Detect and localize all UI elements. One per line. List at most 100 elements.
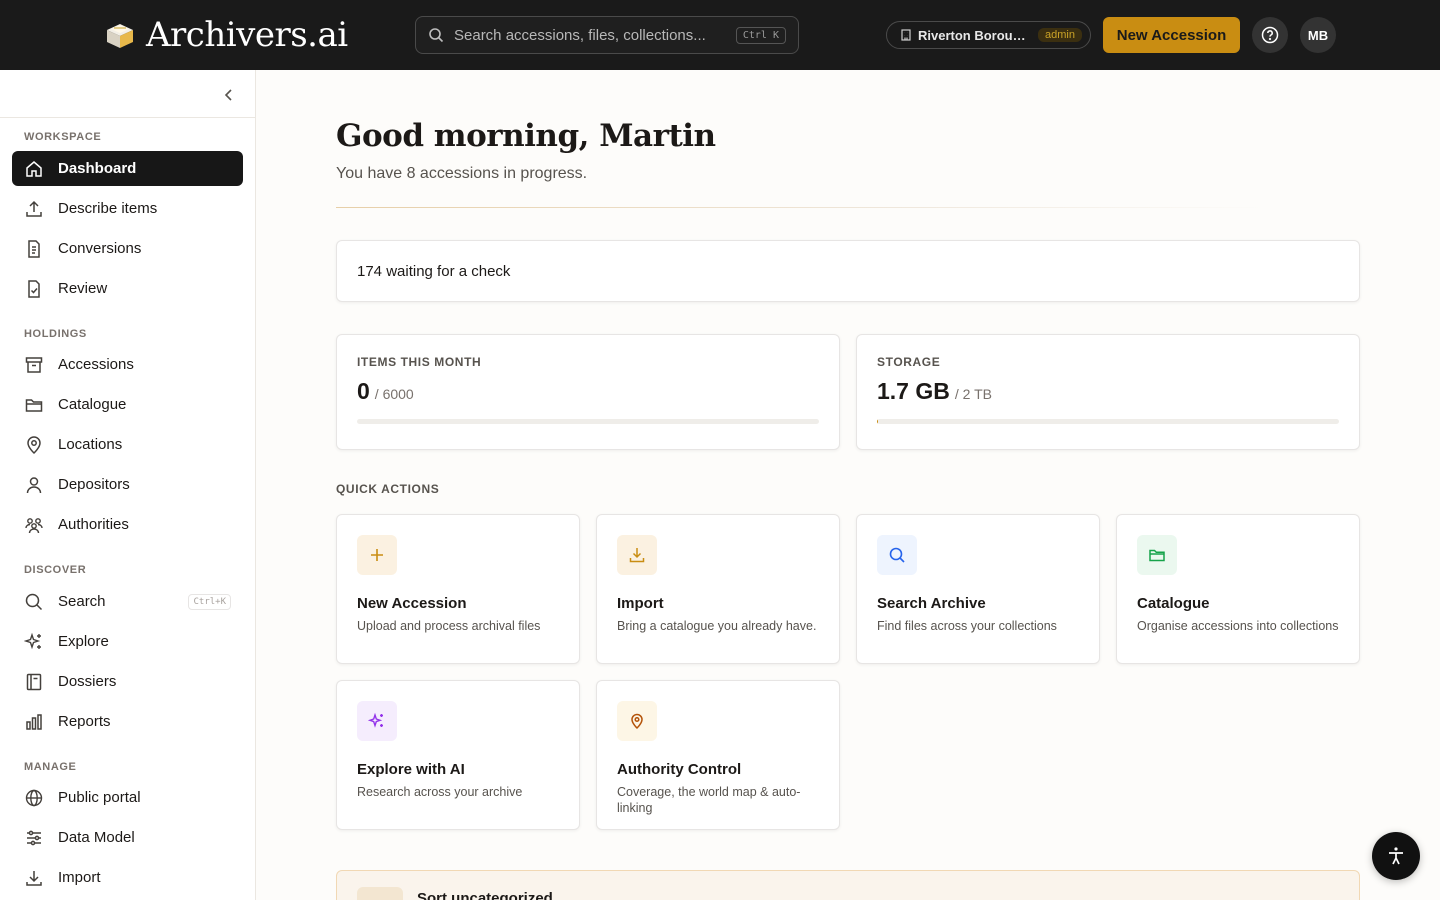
sidebar-item-label: Dashboard	[58, 160, 137, 177]
quick-action-icon-bg	[617, 701, 657, 741]
quick-action-description: Upload and process archival files	[357, 619, 541, 633]
quick-action-description: Research across your archive	[357, 785, 523, 799]
quick-action-explore-with-ai[interactable]: Explore with AI Research across your arc…	[336, 680, 580, 830]
sidebar-item-label: Explore	[58, 633, 109, 650]
quick-action-icon-bg	[1137, 535, 1177, 575]
organization-name: Riverton Boroug...	[918, 27, 1026, 43]
pending-check-banner[interactable]: 174 waiting for a check	[336, 240, 1360, 302]
sort-uncategorized-card[interactable]: Sort uncategorized	[336, 870, 1360, 900]
stat-label: ITEMS THIS MONTH	[357, 355, 482, 369]
sidebar-item-label: Locations	[58, 436, 123, 453]
role-badge: admin	[1038, 28, 1082, 42]
search-shortcut-hint: Ctrl K	[735, 26, 786, 44]
sidebar-item-search[interactable]: Search Ctrl+K	[12, 584, 243, 619]
quick-action-icon-bg	[617, 535, 657, 575]
user-avatar[interactable]: MB	[1300, 17, 1336, 53]
sidebar-item-locations[interactable]: Locations	[12, 427, 243, 462]
people-group-icon	[25, 517, 43, 533]
sidebar-item-explore[interactable]: Explore	[12, 624, 243, 659]
quick-action-catalogue[interactable]: Catalogue Organise accessions into colle…	[1116, 514, 1360, 664]
new-accession-button[interactable]: New Accession	[1103, 17, 1240, 53]
folder-icon	[1149, 549, 1165, 562]
quick-action-new-accession[interactable]: New Accession Upload and process archiva…	[336, 514, 580, 664]
sidebar-item-accessions[interactable]: Accessions	[12, 347, 243, 382]
quick-action-title: Explore with AI	[357, 761, 465, 778]
quick-action-description: Bring a catalogue you already have.	[617, 619, 817, 633]
quick-action-title: Import	[617, 595, 664, 612]
app-logo[interactable]: Archivers.ai	[104, 14, 348, 56]
download-icon	[629, 548, 645, 563]
quick-action-description: Coverage, the world map & auto-linking	[617, 785, 801, 815]
page-subtitle: You have 8 accessions in progress.	[336, 165, 588, 182]
stat-label: STORAGE	[877, 355, 941, 369]
items-progress-bar	[357, 419, 819, 424]
sidebar-item-review[interactable]: Review	[12, 271, 243, 306]
page-title: Good morning, Martin	[336, 118, 716, 154]
sidebar-item-public-portal[interactable]: Public portal	[12, 780, 243, 815]
help-circle-icon	[1261, 26, 1279, 44]
map-pin-icon	[27, 435, 41, 454]
sidebar-item-describe-items[interactable]: Describe items	[12, 191, 243, 226]
sidebar-item-reports[interactable]: Reports	[12, 704, 243, 739]
search-input[interactable]	[454, 26, 736, 44]
quick-action-authority-control[interactable]: Authority Control Coverage, the world ma…	[596, 680, 840, 830]
quick-action-title: Catalogue	[1137, 595, 1210, 612]
user-icon	[26, 476, 42, 493]
sidebar-item-label: Reports	[58, 713, 111, 730]
search-shortcut-hint: Ctrl+K	[188, 593, 231, 610]
sidebar-item-label: Conversions	[58, 240, 142, 257]
accessibility-icon	[1389, 847, 1403, 865]
bar-chart-icon	[26, 713, 42, 730]
sidebar: WORKSPACE Dashboard Describe items Conve…	[0, 70, 256, 900]
sidebar-item-dashboard[interactable]: Dashboard	[12, 151, 243, 186]
search-icon	[889, 547, 905, 563]
quick-action-title: Authority Control	[617, 761, 742, 778]
quick-action-description: Find files across your collections	[877, 619, 1057, 633]
sparkles-icon	[24, 632, 41, 649]
sort-icon	[357, 887, 403, 900]
quick-action-icon-bg	[357, 701, 397, 741]
sidebar-item-dossiers[interactable]: Dossiers	[12, 664, 243, 699]
sidebar-item-import[interactable]: Import	[12, 860, 243, 895]
quick-action-title: New Accession	[357, 595, 467, 612]
sidebar-item-label: Data Model	[58, 829, 135, 846]
app-name: Archivers.ai	[146, 15, 348, 55]
quick-action-search-archive[interactable]: Search Archive Find files across your co…	[856, 514, 1100, 664]
sidebar-item-data-model[interactable]: Data Model	[12, 820, 243, 855]
sidebar-item-label: Import	[58, 869, 101, 886]
sidebar-item-authorities[interactable]: Authorities	[12, 507, 243, 542]
quick-action-import[interactable]: Import Bring a catalogue you already hav…	[596, 514, 840, 664]
sidebar-item-label: Catalogue	[58, 396, 127, 413]
quick-action-icon-bg	[877, 535, 917, 575]
quick-actions-heading: QUICK ACTIONS	[336, 482, 440, 496]
sidebar-item-label: Depositors	[58, 476, 130, 493]
file-check-icon	[28, 279, 40, 298]
help-button[interactable]	[1252, 17, 1288, 53]
collapse-sidebar-button[interactable]	[220, 86, 238, 104]
home-icon	[26, 160, 42, 177]
quick-action-icon-bg	[357, 535, 397, 575]
organization-switcher[interactable]: Riverton Boroug... admin	[886, 21, 1091, 49]
accessibility-button[interactable]	[1372, 832, 1420, 880]
search-icon	[429, 28, 444, 43]
stat-value: 1.7 GB	[877, 378, 950, 404]
global-search[interactable]: Ctrl K	[415, 16, 799, 54]
sidebar-item-depositors[interactable]: Depositors	[12, 467, 243, 502]
storage-progress-bar	[877, 419, 1339, 424]
building-icon	[901, 29, 911, 41]
sidebar-item-conversions[interactable]: Conversions	[12, 231, 243, 266]
upload-icon	[26, 200, 42, 217]
map-pin-icon	[631, 713, 643, 730]
file-convert-icon	[28, 239, 40, 258]
sidebar-item-label: Search	[58, 593, 106, 610]
divider	[336, 207, 1266, 208]
stat-limit: / 2 TB	[954, 386, 992, 402]
book-icon	[26, 673, 42, 690]
sidebar-item-catalogue[interactable]: Catalogue	[12, 387, 243, 422]
sidebar-divider	[0, 117, 256, 118]
search-icon	[25, 593, 43, 610]
pending-check-text: 174 waiting for a check	[357, 263, 511, 280]
sidebar-item-label: Review	[58, 280, 108, 297]
sidebar-item-label: Accessions	[58, 356, 134, 373]
archive-box-icon	[25, 356, 43, 373]
